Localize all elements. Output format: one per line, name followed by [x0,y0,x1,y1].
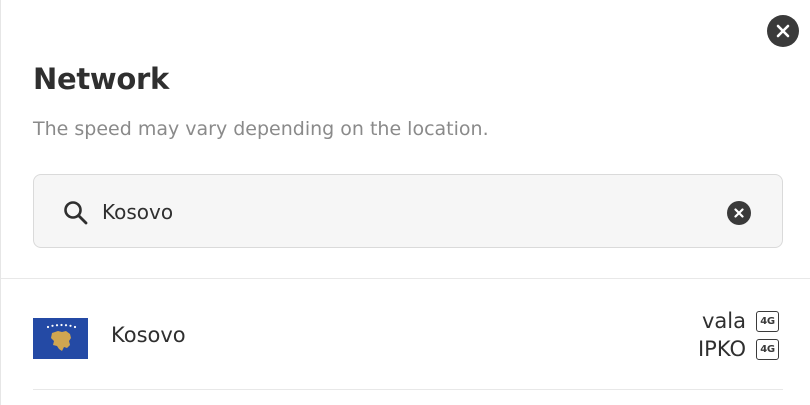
dialog-title: Network [33,62,170,96]
network-badge: 4G [756,338,779,360]
dialog-subtitle: The speed may vary depending on the loca… [33,118,489,140]
divider [33,389,783,390]
network-dialog: Network The speed may vary depending on … [0,0,810,405]
network-badge: 4G [756,310,779,332]
country-name: Kosovo [111,323,186,347]
carrier-name: IPKO [697,337,746,361]
search-icon [64,201,88,225]
clear-search-button[interactable] [727,201,751,225]
kosovo-flag-icon [33,318,88,359]
divider [1,278,810,279]
carrier-name: vala [702,309,746,333]
carrier-item: vala 4G [702,308,779,334]
clear-icon [734,208,744,218]
close-icon [776,24,790,38]
carrier-item: IPKO 4G [698,336,779,362]
close-button[interactable] [767,15,799,47]
list-item-kosovo[interactable]: Kosovo vala 4G IPKO 4G [33,290,783,390]
search-box[interactable] [33,174,783,248]
carrier-list: vala 4G IPKO 4G [698,308,779,362]
search-input[interactable] [102,195,702,229]
